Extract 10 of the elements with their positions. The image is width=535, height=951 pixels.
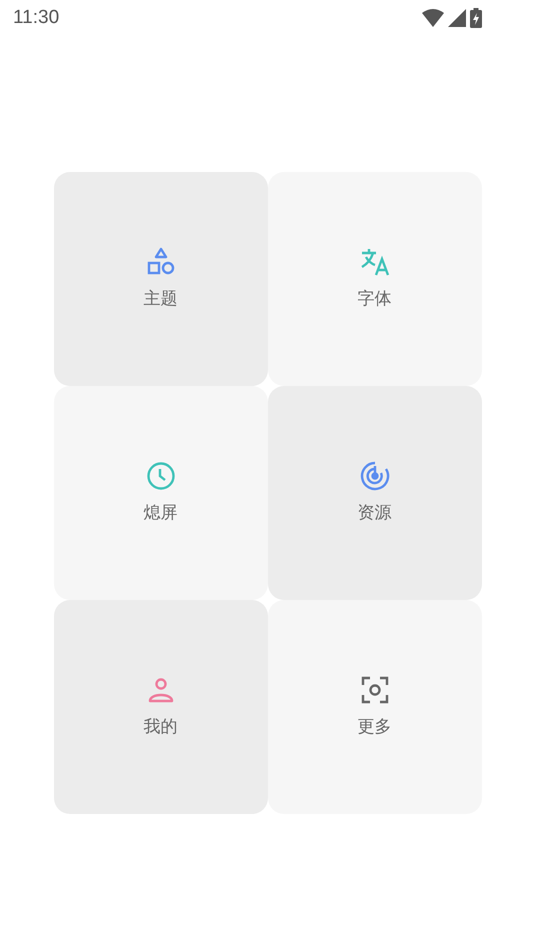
menu-tile[interactable]: 熄屏 [54,386,268,600]
status-time: 11:30 [13,6,60,30]
menu-tile[interactable]: 资源 [268,386,482,600]
menu-tile[interactable]: 主题 [54,172,268,386]
menu-tile[interactable]: 更多 [268,600,482,814]
battery-icon [470,8,482,28]
wifi-icon [422,9,444,27]
signal-icon [448,9,466,27]
menu-tile[interactable]: 字体 [268,172,482,386]
menu-tile[interactable]: 我的 [54,600,268,814]
